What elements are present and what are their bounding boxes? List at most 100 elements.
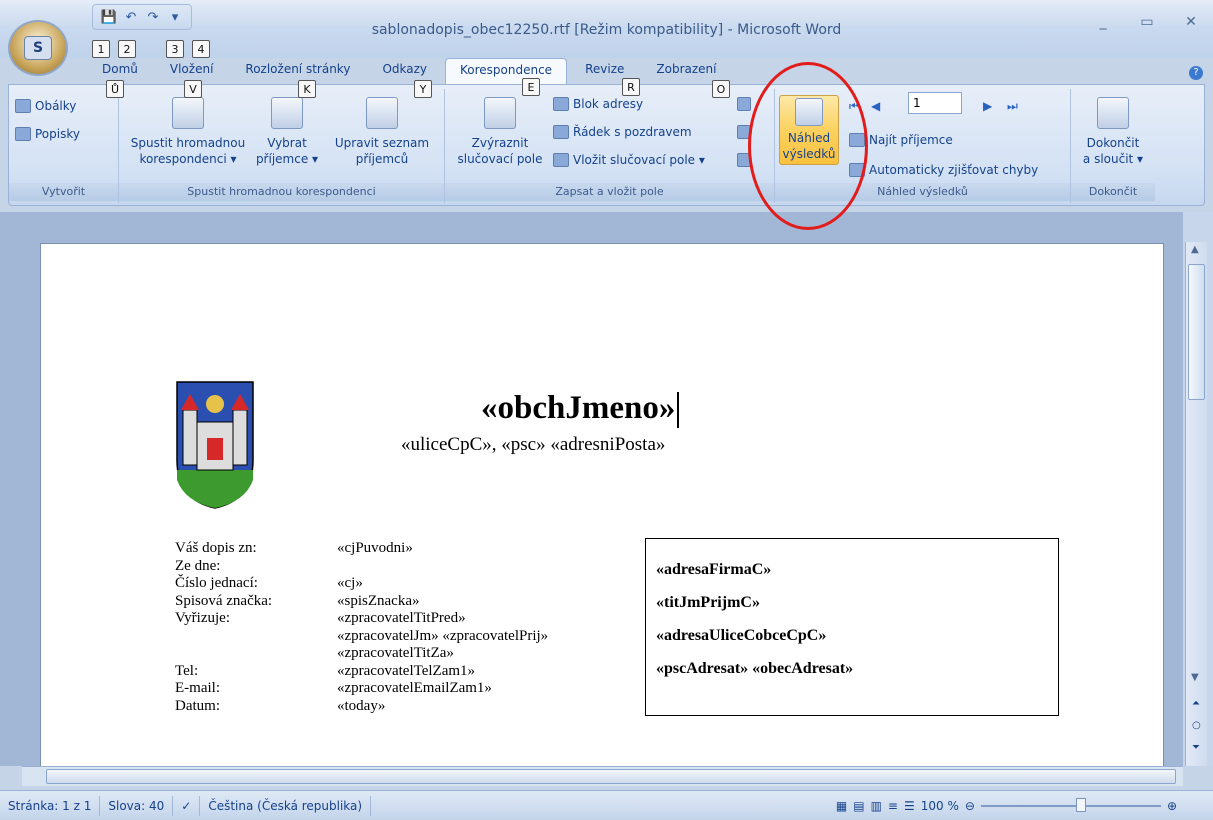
record-number-input[interactable]: 1	[908, 92, 962, 114]
language-indicator[interactable]: Čeština (Česká republika)	[200, 795, 372, 816]
page-count[interactable]: Stránka: 1 z 1	[0, 795, 101, 816]
keytip-korespondence: E	[522, 78, 540, 96]
next-record-icon[interactable]: ▶	[983, 99, 992, 113]
word-count[interactable]: Slova: 40	[100, 795, 174, 816]
company-name-field: «obchJmeno»	[481, 390, 680, 429]
insert-merge-field-button[interactable]: Vložit slučovací pole ▾	[553, 153, 705, 167]
rules-button[interactable]	[737, 97, 751, 111]
edit-list-icon	[366, 97, 398, 129]
qat-keytip-3: 3	[166, 40, 184, 58]
edit-list-line2: příjemců	[355, 152, 409, 166]
close-button[interactable]: ✕	[1169, 14, 1213, 30]
info-label: Vyřizuje:	[175, 610, 230, 626]
info-value: «cjPuvodni»	[337, 540, 413, 556]
info-row: «zpracovatelTitZa»	[175, 645, 548, 663]
finish-merge-button[interactable]: Dokončit a sloučit ▾	[1075, 97, 1151, 167]
red-highlight-circle	[748, 62, 868, 230]
help-icon[interactable]: ?	[1189, 66, 1203, 80]
select-recipients-button[interactable]: Vybrat příjemce ▾	[253, 97, 321, 167]
draft-icon[interactable]: ☰	[904, 799, 915, 813]
greeting-icon	[553, 125, 569, 139]
auto-check-label: Automaticky zjišťovat chyby	[869, 163, 1039, 177]
select-recipients-line1: Vybrat	[267, 136, 307, 150]
coat-of-arms-icon	[176, 381, 254, 509]
window-title: sablonadopis_obec12250.rtf [Režim kompat…	[371, 22, 842, 38]
document-page[interactable]: «obchJmeno» «uliceCpC», «psc» «adresniPo…	[40, 243, 1164, 783]
previous-page-icon[interactable]: ⏶	[1192, 698, 1200, 709]
info-label: Datum:	[175, 697, 220, 714]
envelopes-button[interactable]: Obálky	[15, 99, 76, 113]
zoom-in-icon[interactable]: ⊕	[1167, 799, 1177, 813]
info-row: Číslo jednací: «cj»	[175, 575, 548, 593]
qat-keytip-2: 2	[118, 40, 136, 58]
office-button[interactable]: S	[8, 20, 68, 76]
info-value: «spisZnacka»	[337, 592, 420, 609]
edit-recipient-list-button[interactable]: Upravit seznam příjemců	[325, 97, 439, 167]
keytip-rozlozeni: K	[298, 80, 316, 98]
zoom-slider[interactable]	[980, 797, 1161, 812]
last-record-icon[interactable]: ⏭	[1007, 99, 1018, 114]
keytip-domu: Ů	[106, 80, 124, 98]
recipient-line: «titJmPrijmC»	[656, 594, 760, 611]
merge-field-icon	[553, 153, 569, 167]
outline-icon[interactable]: ≡	[888, 799, 898, 813]
info-label	[175, 628, 337, 646]
zoom-slider-knob[interactable]	[1075, 797, 1086, 812]
vertical-scrollbar[interactable]: ▲ ▼ ⏶ ○ ⏷	[1185, 242, 1207, 766]
group-label-dokoncit: Dokončit	[1071, 183, 1155, 201]
info-value: «today»	[337, 697, 386, 714]
print-layout-icon[interactable]: ▦	[836, 799, 847, 813]
scroll-up-icon[interactable]: ▲	[1191, 244, 1199, 255]
info-label: Tel:	[175, 662, 199, 679]
info-row: Tel: «zpracovatelTelZam1»	[175, 663, 548, 681]
company-address-field: «uliceCpC», «psc» «adresniPosta»	[401, 434, 666, 455]
info-row: Spisová značka: «spisZnacka»	[175, 593, 548, 611]
highlight-icon	[484, 97, 516, 129]
find-recipient-label: Najít příjemce	[869, 133, 953, 147]
finish-icon	[1097, 97, 1129, 129]
labels-button[interactable]: Popisky	[15, 127, 80, 141]
zoom-controls: ▦ ▤ ▥ ≡ ☰ 100 % ⊖ ⊕	[836, 797, 1177, 813]
info-label: E-mail:	[175, 680, 220, 696]
browse-object-icon[interactable]: ○	[1192, 720, 1201, 731]
keytip-odkazy: Y	[414, 80, 432, 98]
scroll-down-icon[interactable]: ▼	[1191, 672, 1199, 683]
horizontal-scrollbar[interactable]	[22, 766, 1183, 786]
minimize-button[interactable]: _	[1081, 14, 1125, 30]
proofing-icon[interactable]: ✓	[173, 795, 201, 816]
recipient-address-box: «adresaFirmaC» «titJmPrijmC» «adresaUlic…	[645, 538, 1059, 716]
highlight-merge-fields-button[interactable]: Zvýraznit slučovací pole	[449, 97, 551, 167]
maximize-button[interactable]: ▭	[1125, 14, 1169, 30]
greeting-line-button[interactable]: Řádek s pozdravem	[553, 125, 692, 139]
horizontal-scroll-thumb[interactable]	[46, 769, 1176, 784]
auto-check-errors-button[interactable]: Automaticky zjišťovat chyby	[849, 163, 1038, 177]
tab-korespondence[interactable]: Korespondence	[445, 58, 568, 84]
address-block-button[interactable]: Blok adresy	[553, 97, 643, 111]
info-row: Datum: «today»	[175, 698, 548, 716]
status-bar: Stránka: 1 z 1 Slova: 40 ✓ Čeština (Česk…	[0, 790, 1213, 820]
previous-record-icon[interactable]: ◀	[871, 99, 880, 113]
info-value: «zpracovatelTitPred»	[337, 610, 466, 626]
next-page-icon[interactable]: ⏷	[1192, 742, 1200, 753]
ribbon: Obálky Popisky Vytvořit Spustit hromadno…	[8, 84, 1205, 206]
labels-label: Popisky	[35, 127, 80, 141]
info-label: Váš dopis zn:	[175, 540, 257, 556]
start-merge-line1: Spustit hromadnou	[130, 136, 246, 150]
recipient-line: «pscAdresat» «obecAdresat»	[656, 660, 854, 677]
info-value: «zpracovatelTitZa»	[337, 645, 454, 661]
info-label: Číslo jednací:	[175, 575, 258, 591]
info-value: «zpracovatelEmailZam1»	[337, 680, 492, 696]
group-dokoncit: Dokončit a sloučit ▾ Dokončit	[1071, 89, 1155, 203]
company-name-text: «obchJmeno»	[481, 390, 676, 426]
label-icon	[15, 127, 31, 141]
full-screen-reading-icon[interactable]: ▤	[853, 799, 864, 813]
zoom-level[interactable]: 100 %	[921, 799, 959, 813]
zoom-out-icon[interactable]: ⊖	[965, 799, 975, 813]
vertical-scroll-thumb[interactable]	[1188, 264, 1205, 400]
info-value: «zpracovatelJm» «zpracovatelPrij»	[337, 627, 549, 644]
web-layout-icon[interactable]: ▥	[871, 799, 882, 813]
info-value: «cj»	[337, 575, 363, 591]
qat-keytip-1: 1	[92, 40, 110, 58]
start-mail-merge-button[interactable]: Spustit hromadnou korespondenci ▾	[125, 97, 251, 167]
document-icon	[172, 97, 204, 129]
